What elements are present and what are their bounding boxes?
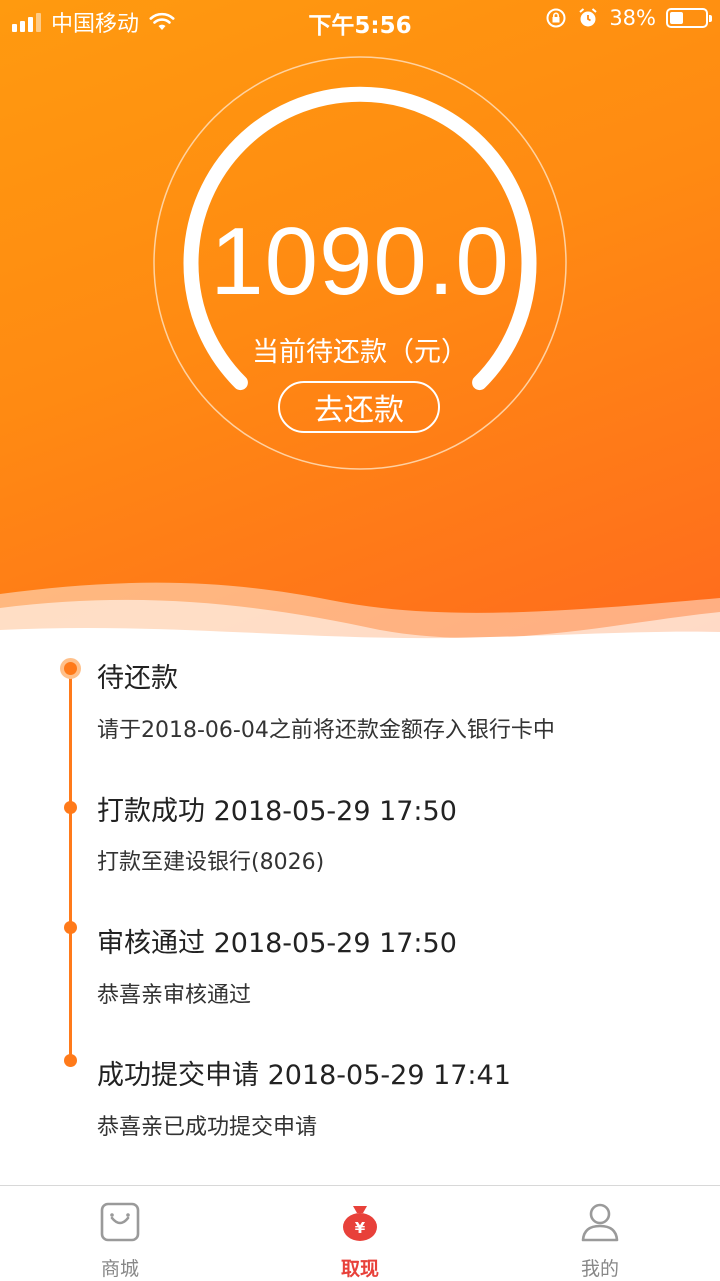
timeline-title: 审核通过 2018-05-29 17:50 (97, 928, 457, 959)
timeline-subtitle: 请于2018-06-04之前将还款金额存入银行卡中 (97, 718, 555, 743)
tab-mine[interactable]: 我的 (520, 1186, 680, 1281)
shop-bag-icon (100, 1202, 140, 1242)
svg-text:¥: ¥ (355, 1219, 366, 1237)
timeline-dot-active (60, 658, 81, 679)
money-bag-icon: ¥ (343, 1206, 377, 1241)
person-icon (581, 1203, 619, 1242)
timeline-subtitle: 恭喜亲已成功提交申请 (97, 1115, 318, 1140)
timeline-dot (64, 1054, 77, 1067)
timeline-dot (64, 801, 77, 814)
timeline-line (69, 668, 72, 1061)
timeline-dot (64, 921, 77, 934)
tab-withdraw-label: 取现 (340, 1258, 379, 1280)
repay-button[interactable]: 去还款 (278, 381, 440, 433)
wave-divider (0, 582, 720, 660)
timeline-title: 待还款 (97, 663, 178, 694)
tab-mine-label: 我的 (580, 1258, 619, 1280)
pending-amount-label: 当前待还款（元） (252, 337, 468, 368)
tab-shop-label: 商城 (100, 1258, 139, 1280)
tab-shop[interactable]: 商城 (40, 1186, 200, 1281)
timeline-subtitle: 恭喜亲审核通过 (97, 983, 252, 1008)
timeline-title: 打款成功 2018-05-29 17:50 (97, 796, 457, 827)
timeline-subtitle: 打款至建设银行(8026) (97, 850, 325, 875)
pending-amount: 1090.0 (210, 208, 510, 315)
timeline-title: 成功提交申请 2018-05-29 17:41 (97, 1060, 511, 1091)
hero-banner: 中国移动 下午5:56 38% 1090.0 当前待还款（元） 去还款 (0, 0, 720, 660)
tab-withdraw[interactable]: ¥ 取现 (280, 1186, 440, 1281)
bottom-tab-bar: 商城 ¥ 取现 我的 (0, 1185, 720, 1281)
